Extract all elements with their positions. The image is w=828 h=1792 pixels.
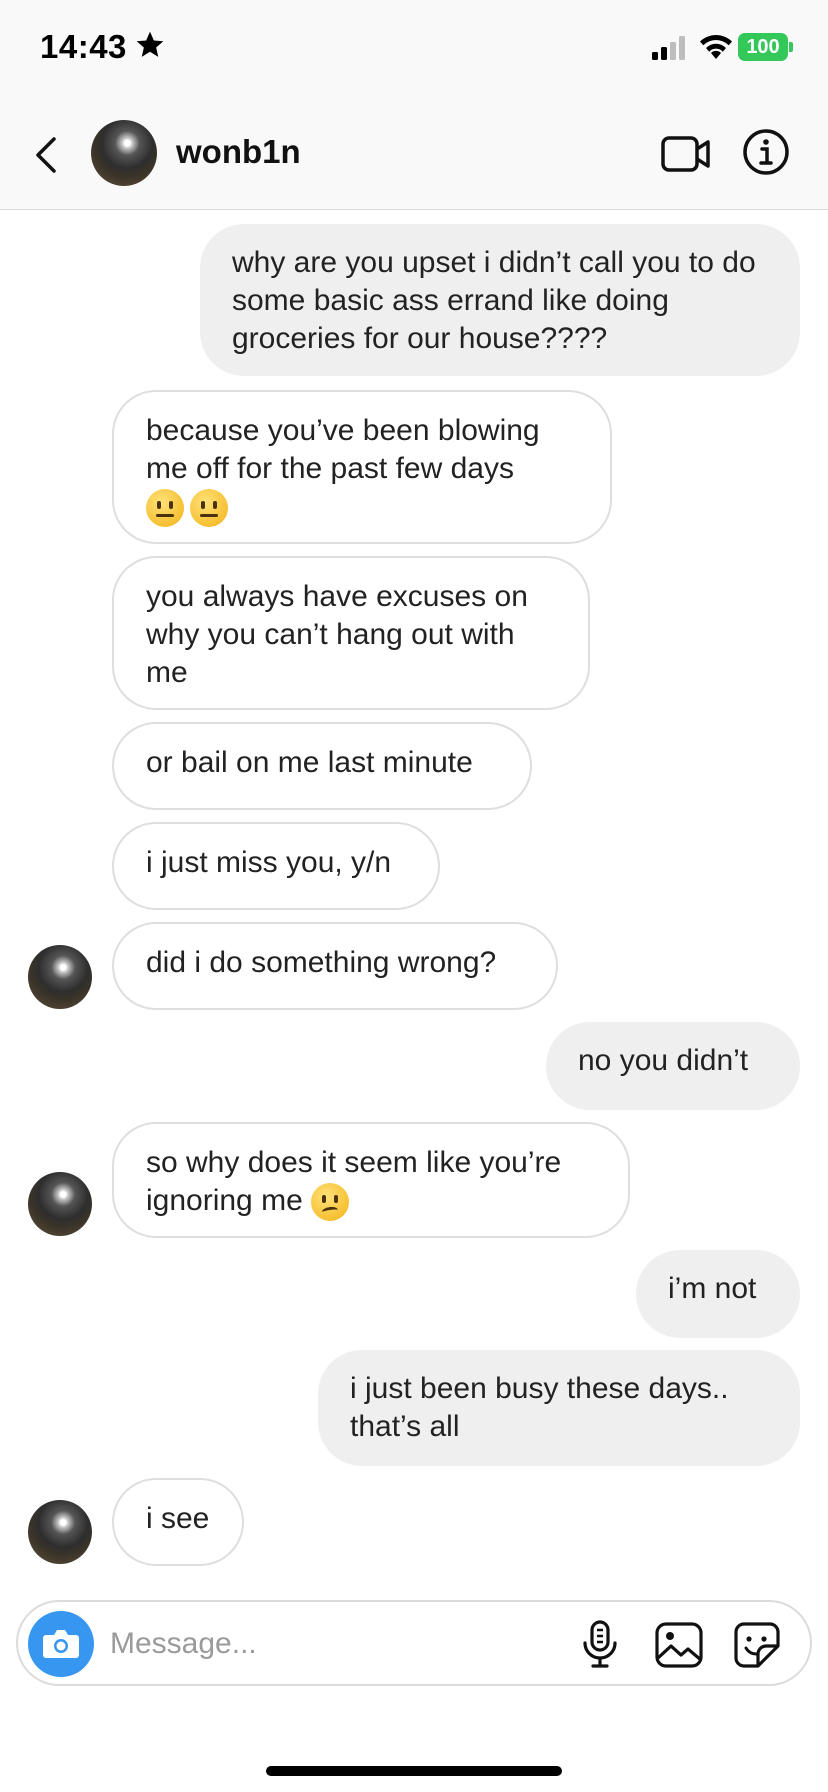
message-composer: [16, 1600, 812, 1686]
signal-icon: [652, 36, 685, 60]
dm-screen: 14:43 100 wonb1n why are you upset i did…: [0, 0, 828, 1792]
message-bubble-received[interactable]: so why does it seem like you’re ignoring…: [112, 1122, 630, 1238]
video-call-icon[interactable]: [660, 132, 712, 176]
battery-cap: [789, 42, 793, 52]
message-bubble-sent[interactable]: no you didn’t: [546, 1022, 800, 1110]
sticker-icon[interactable]: [732, 1620, 782, 1670]
message-text: i just miss you, y/n: [146, 846, 392, 879]
message-text: no you didn’t: [578, 1044, 749, 1077]
avatar[interactable]: [91, 120, 157, 186]
message-text: i’m not: [668, 1272, 757, 1305]
message-bubble-sent[interactable]: i’m not: [636, 1250, 800, 1338]
chat-header: wonb1n: [0, 100, 828, 210]
neutral-face-icon: [146, 489, 184, 528]
microphone-icon[interactable]: [578, 1619, 622, 1669]
message-bubble-received[interactable]: or bail on me last minute: [112, 722, 532, 810]
message-bubble-received[interactable]: i see: [112, 1478, 244, 1566]
avatar[interactable]: [28, 1500, 92, 1564]
avatar[interactable]: [28, 945, 92, 1009]
battery-level: 100: [738, 33, 788, 61]
camera-icon: [43, 1630, 79, 1658]
camera-button[interactable]: [28, 1611, 94, 1677]
message-list[interactable]: why are you upset i didn’t call you to d…: [0, 210, 828, 1590]
message-text: did i do something wrong?: [146, 946, 497, 979]
status-bar: 14:43 100: [0, 0, 828, 100]
message-text: or bail on me last minute: [146, 746, 473, 779]
home-indicator[interactable]: [266, 1766, 562, 1776]
avatar[interactable]: [28, 1172, 92, 1236]
message-text: i just been busy these days.. that’s all: [350, 1372, 729, 1443]
message-bubble-sent[interactable]: i just been busy these days.. that’s all: [318, 1350, 800, 1466]
message-bubble-received[interactable]: because you’ve been blowing me off for t…: [112, 390, 612, 544]
star-icon: [136, 31, 164, 57]
back-icon[interactable]: [28, 130, 68, 180]
message-bubble-received[interactable]: you always have excuses on why you can’t…: [112, 556, 590, 710]
message-text: because you’ve been blowing me off for t…: [146, 414, 540, 485]
message-text: i see: [146, 1502, 210, 1535]
info-icon[interactable]: [742, 128, 790, 176]
message-text: so why does it seem like you’re ignoring…: [146, 1146, 562, 1217]
message-text: why are you upset i didn’t call you to d…: [232, 246, 756, 355]
gallery-icon[interactable]: [654, 1620, 704, 1670]
chat-username[interactable]: wonb1n: [176, 133, 301, 171]
confused-face-icon: [311, 1183, 350, 1222]
neutral-face-icon: [190, 489, 228, 528]
status-time: 14:43: [40, 28, 127, 65]
message-bubble-sent[interactable]: why are you upset i didn’t call you to d…: [200, 224, 800, 376]
message-input[interactable]: [110, 1620, 490, 1668]
battery-icon: 100: [738, 33, 794, 61]
message-bubble-received[interactable]: i just miss you, y/n: [112, 822, 440, 910]
wifi-icon: [700, 35, 732, 59]
message-bubble-received[interactable]: did i do something wrong?: [112, 922, 558, 1010]
message-text: you always have excuses on why you can’t…: [146, 580, 528, 689]
